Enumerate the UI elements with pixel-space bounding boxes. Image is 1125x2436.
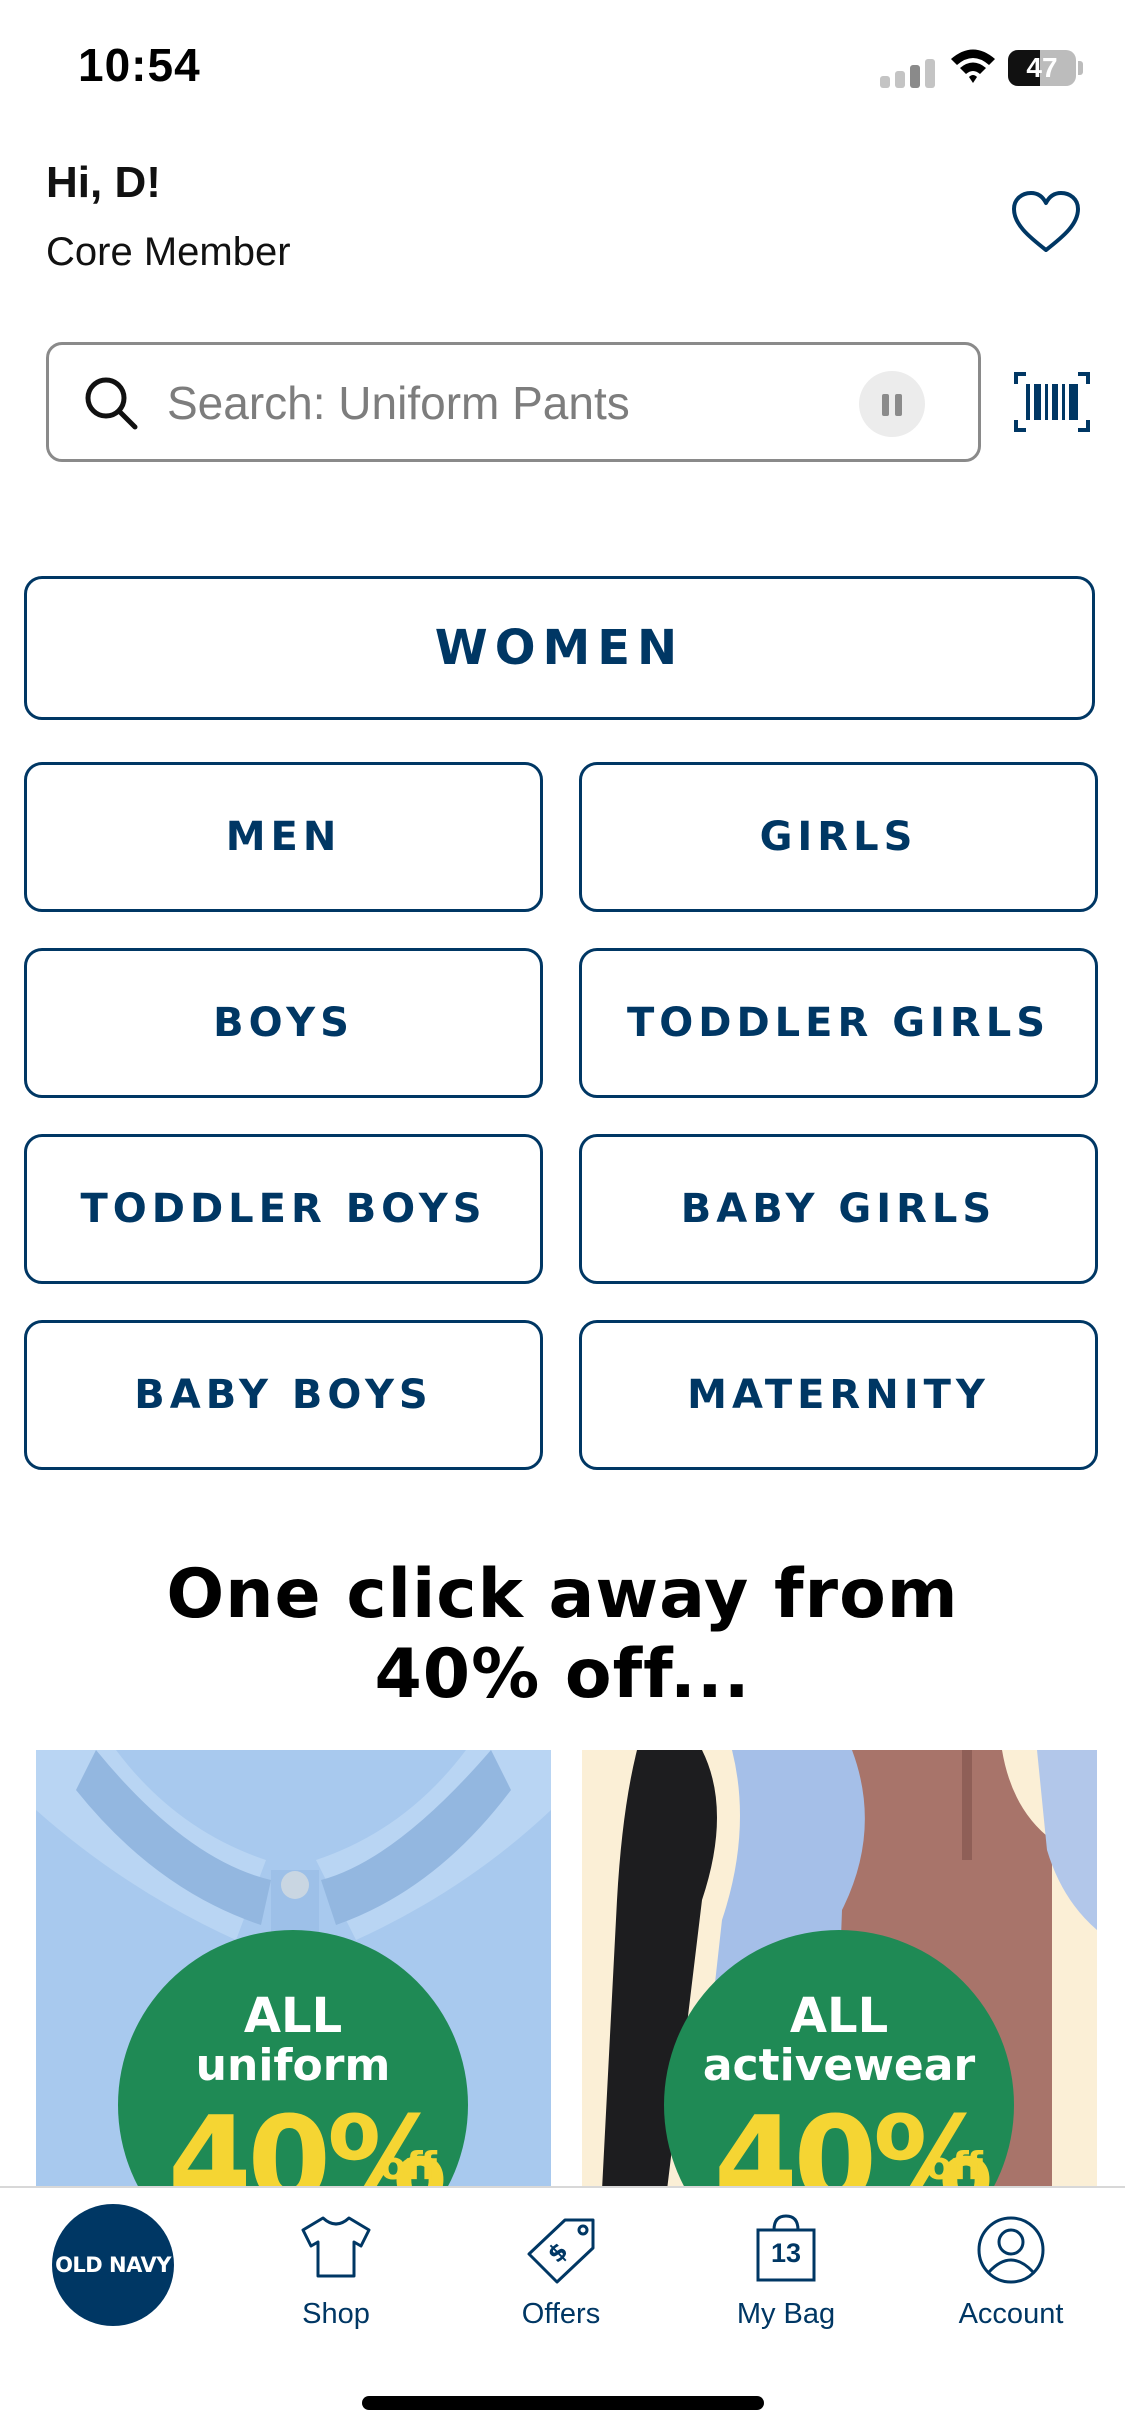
category-toddler-girls-button[interactable]: TODDLER GIRLS	[579, 948, 1098, 1098]
logo-text: OLD NAVY	[55, 2253, 171, 2277]
category-label: MATERNITY	[687, 1372, 990, 1418]
battery-icon: 47	[1008, 50, 1083, 86]
promo-title-line2: 40% off...	[374, 1635, 751, 1714]
tab-my-bag[interactable]: 13 My Bag	[701, 2214, 871, 2334]
barcode-icon[interactable]	[1014, 372, 1090, 432]
search-placeholder: Search: Uniform Pants	[167, 377, 630, 429]
tab-label: Offers	[521, 2298, 601, 2330]
member-tier: Core Member	[46, 230, 291, 274]
promo-card-uniform[interactable]: ALL uniform 40% off	[36, 1750, 551, 2190]
bag-count: 13	[770, 2238, 802, 2268]
category-label: GIRLS	[759, 814, 918, 860]
category-label: MEN	[225, 814, 342, 860]
account-icon	[977, 2216, 1045, 2284]
category-toddler-boys-button[interactable]: TODDLER BOYS	[24, 1134, 543, 1284]
status-bar: 10:54 47	[0, 0, 1125, 130]
old-navy-logo-tab[interactable]: OLD NAVY	[52, 2204, 174, 2326]
search-icon	[85, 377, 138, 430]
search-input[interactable]: Search: Uniform Pants	[46, 342, 981, 462]
category-maternity-button[interactable]: MATERNITY	[579, 1320, 1098, 1470]
promo-card-activewear[interactable]: ALL activewear 40% off	[582, 1750, 1097, 2190]
pause-button[interactable]	[859, 371, 925, 437]
category-label: BOYS	[213, 1000, 354, 1046]
promo-title: One click away from 40% off...	[0, 1555, 1125, 1715]
category-girls-button[interactable]: GIRLS	[579, 762, 1098, 912]
tab-offers[interactable]: $ Offers	[476, 2214, 646, 2334]
category-label: BABY GIRLS	[680, 1186, 997, 1232]
category-women-button[interactable]: WOMEN	[24, 576, 1095, 720]
tab-label: Shop	[302, 2298, 370, 2330]
tag-icon: $	[527, 2218, 595, 2284]
battery-percent: 47	[1026, 52, 1058, 83]
category-label: TODDLER GIRLS	[626, 1000, 1051, 1046]
category-label: BABY BOYS	[134, 1372, 433, 1418]
category-baby-girls-button[interactable]: BABY GIRLS	[579, 1134, 1098, 1284]
greeting: Hi, D!	[46, 158, 161, 207]
tab-label: My Bag	[736, 2298, 836, 2330]
wifi-icon	[951, 49, 995, 83]
category-boys-button[interactable]: BOYS	[24, 948, 543, 1098]
heart-icon[interactable]	[1010, 190, 1082, 256]
home-indicator	[362, 2396, 764, 2410]
tab-label: Account	[958, 2298, 1064, 2330]
category-baby-boys-button[interactable]: BABY BOYS	[24, 1320, 543, 1470]
tab-account[interactable]: Account	[926, 2214, 1096, 2334]
category-label: TODDLER BOYS	[80, 1186, 487, 1232]
tab-shop[interactable]: Shop	[251, 2214, 421, 2334]
promo-title-line1: One click away from	[166, 1555, 959, 1634]
shirt-icon	[301, 2216, 371, 2278]
category-label: WOMEN	[434, 620, 685, 676]
svg-text:$: $	[542, 2237, 574, 2269]
status-time: 10:54	[78, 39, 201, 91]
category-men-button[interactable]: MEN	[24, 762, 543, 912]
cellular-signal-icon	[880, 59, 935, 88]
